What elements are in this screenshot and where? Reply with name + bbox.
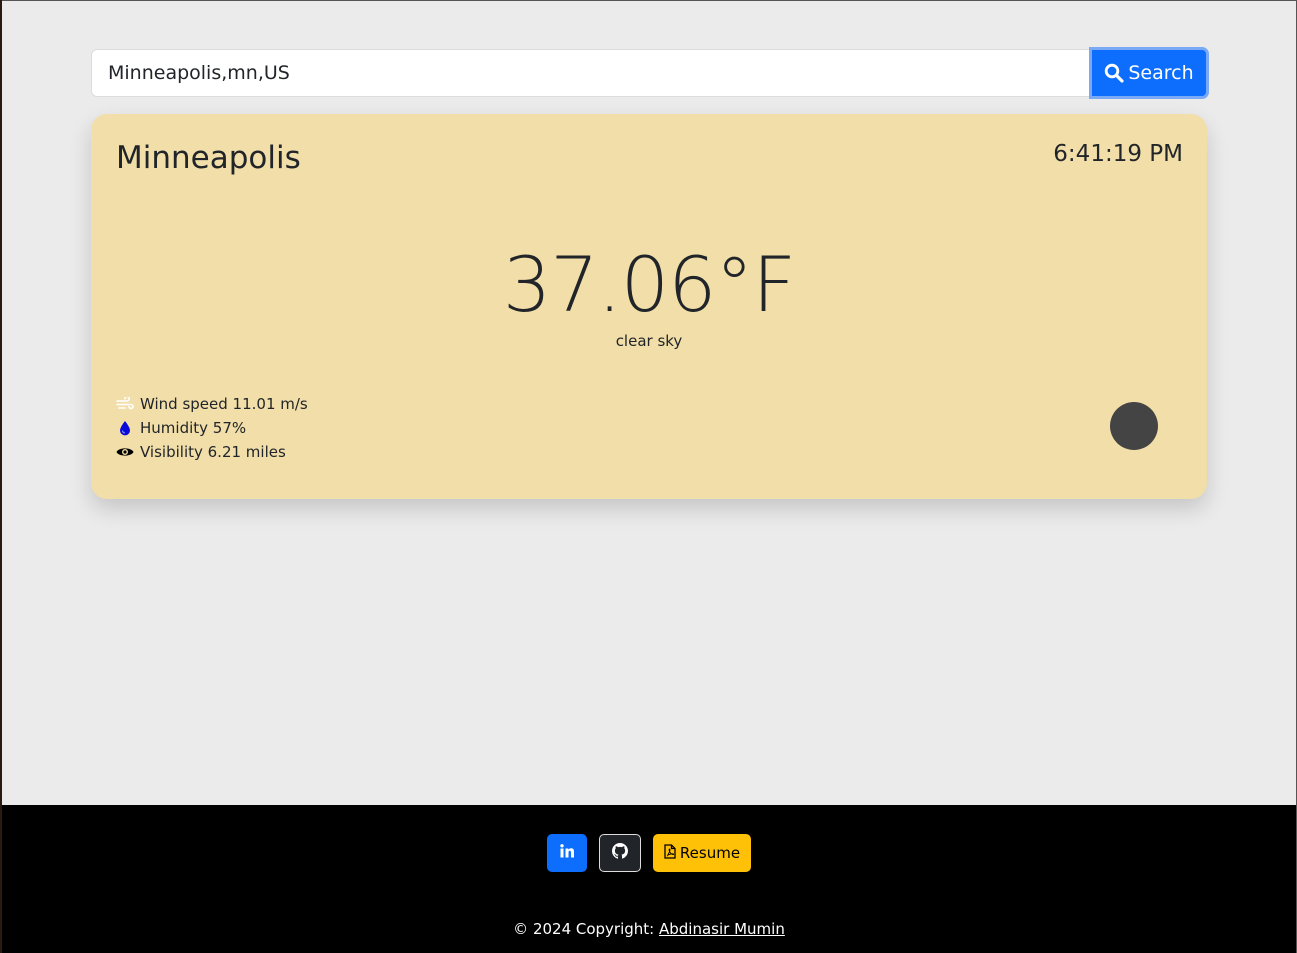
- weather-card: Minneapolis 6:41:19 PM 37.06°F clear sky…: [91, 114, 1207, 499]
- weather-description: clear sky: [615, 332, 683, 350]
- copyright-text: © 2024 Copyright:: [513, 920, 659, 938]
- search-icon: [1104, 63, 1124, 83]
- social-links: Resume: [2, 834, 1296, 872]
- github-icon: [612, 843, 628, 863]
- city-name: Minneapolis: [116, 140, 301, 176]
- linkedin-button[interactable]: [547, 834, 587, 872]
- footer: Resume © 2024 Copyright: Abdinasir Mumin: [2, 805, 1296, 953]
- stat-visibility-text: Visibility 6.21 miles: [140, 443, 286, 461]
- github-button[interactable]: [599, 834, 641, 872]
- linkedin-icon: [559, 843, 575, 863]
- stat-humidity-text: Humidity 57%: [140, 419, 247, 437]
- local-time: 6:41:19 PM: [1053, 141, 1183, 167]
- stat-humidity: Humidity 57%: [116, 416, 308, 440]
- weather-stats: Wind speed 11.01 m/s Humidity 57% Visibi…: [116, 392, 308, 464]
- resume-button[interactable]: Resume: [653, 834, 751, 872]
- stat-wind-text: Wind speed 11.01 m/s: [140, 395, 308, 413]
- search-button-label: Search: [1128, 62, 1194, 84]
- stat-wind: Wind speed 11.01 m/s: [116, 392, 308, 416]
- resume-label: Resume: [679, 844, 741, 862]
- author-link[interactable]: Abdinasir Mumin: [659, 920, 785, 938]
- pdf-file-icon: [664, 843, 676, 863]
- eye-icon: [116, 446, 134, 458]
- search-bar: Search: [91, 47, 1209, 99]
- droplet-icon: [116, 420, 134, 436]
- page: Search Minneapolis 6:41:19 PM 37.06°F cl…: [2, 0, 1296, 953]
- copyright: © 2024 Copyright: Abdinasir Mumin: [2, 920, 1296, 938]
- stat-visibility: Visibility 6.21 miles: [116, 440, 308, 464]
- search-button[interactable]: Search: [1089, 47, 1209, 99]
- wind-icon: [116, 397, 134, 411]
- temperature: 37.06°F: [502, 240, 796, 329]
- search-input[interactable]: [91, 49, 1089, 97]
- weather-condition-icon: [1110, 402, 1158, 450]
